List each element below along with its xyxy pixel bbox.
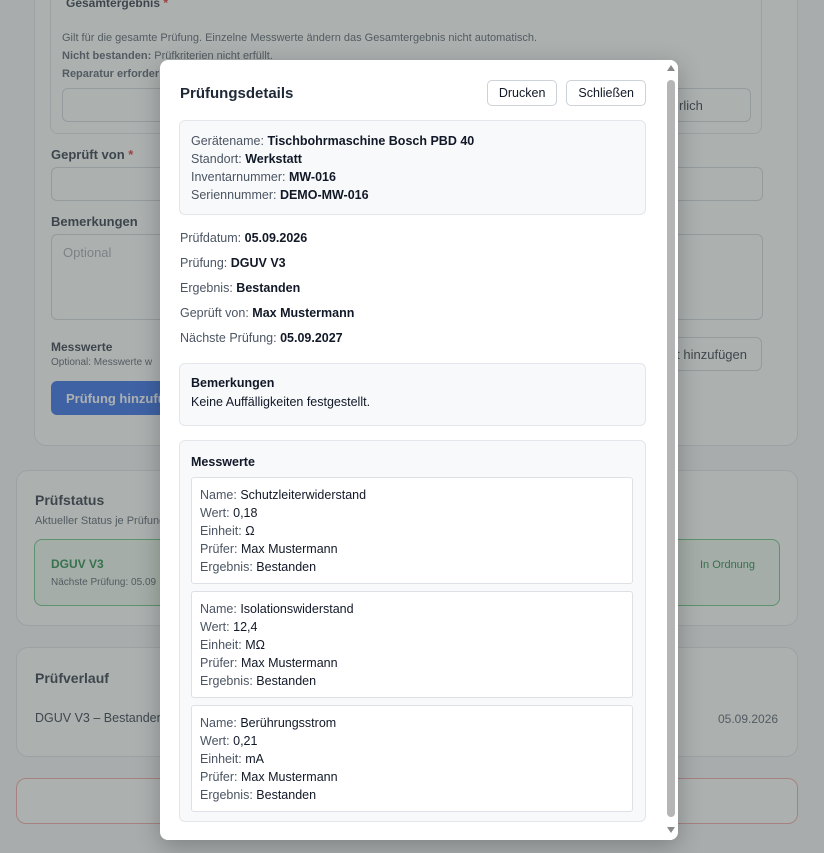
measurement-value-row: Wert: 12,4: [200, 620, 258, 634]
device-location-row: Standort: Werkstatt: [191, 152, 302, 166]
inspection-result-row: Ergebnis: Bestanden: [180, 281, 301, 295]
measurement-tester-row: Prüfer: Max Mustermann: [200, 656, 338, 670]
measurement-tester-row: Prüfer: Max Mustermann: [200, 770, 338, 784]
measurement-name-row: Name: Isolationswiderstand: [200, 602, 354, 616]
measurement-value-row: Wert: 0,21: [200, 734, 258, 748]
scroll-up-arrow-icon[interactable]: [667, 65, 675, 73]
measurement-tester-row: Prüfer: Max Mustermann: [200, 542, 338, 556]
remarks-text: Keine Auffälligkeiten festgestellt.: [191, 395, 371, 409]
next-inspection: 05.09.2027: [280, 331, 343, 345]
next-inspection-row: Nächste Prüfung: 05.09.2027: [180, 331, 343, 345]
remarks-box: Bemerkungen Keine Auffälligkeiten festge…: [179, 363, 646, 426]
measurement-card: Name: Berührungsstrom Wert: 0,21 Einheit…: [191, 705, 633, 812]
inspection-details-modal: Prüfungsdetails Drucken Schließen Geräte…: [160, 60, 678, 840]
measurement-unit-row: Einheit: mA: [200, 752, 264, 766]
measurements-box: Messwerte Name: Schutzleiterwiderstand W…: [179, 440, 646, 822]
measurement-result-row: Ergebnis: Bestanden: [200, 560, 317, 574]
device-inventory: MW-016: [288, 170, 336, 184]
device-serial-row: Seriennummer: DEMO-MW-016: [191, 188, 369, 202]
inspector: Max Mustermann: [252, 306, 355, 320]
remarks-title: Bemerkungen: [191, 376, 275, 390]
measurement-unit-row: Einheit: Ω: [200, 524, 255, 538]
inspection-date-row: Prüfdatum: 05.09.2026: [180, 231, 308, 245]
measurement-card: Name: Isolationswiderstand Wert: 12,4 Ei…: [191, 591, 633, 698]
device-serial: DEMO-MW-016: [279, 188, 369, 202]
modal-title: Prüfungsdetails: [180, 84, 294, 102]
measurement-value-row: Wert: 0,18: [200, 506, 258, 520]
inspection-type-row: Prüfung: DGUV V3: [180, 256, 286, 270]
measurement-card: Name: Schutzleiterwiderstand Wert: 0,18 …: [191, 477, 633, 584]
device-location: Werkstatt: [245, 152, 302, 166]
modal-header: Prüfungsdetails Drucken Schließen: [180, 78, 646, 108]
scroll-down-arrow-icon[interactable]: [667, 827, 675, 835]
device-inventory-row: Inventarnummer: MW-016: [191, 170, 336, 184]
device-name-row: Gerätename: Tischbohrmaschine Bosch PBD …: [191, 134, 475, 148]
inspection-type: DGUV V3: [230, 256, 286, 270]
measurement-unit-row: Einheit: MΩ: [200, 638, 265, 652]
modal-scrollbar[interactable]: [664, 60, 678, 840]
modal-header-actions: Drucken Schließen: [486, 80, 646, 106]
close-button[interactable]: Schließen: [566, 80, 646, 106]
device-info-box: Gerätename: Tischbohrmaschine Bosch PBD …: [179, 120, 646, 215]
scrollbar-thumb[interactable]: [667, 80, 675, 817]
measurement-result-row: Ergebnis: Bestanden: [200, 674, 317, 688]
measurement-name-row: Name: Berührungsstrom: [200, 716, 337, 730]
inspector-row: Geprüft von: Max Mustermann: [180, 306, 355, 320]
inspection-result: Bestanden: [236, 281, 301, 295]
measurements-title: Messwerte: [191, 455, 255, 469]
inspection-date: 05.09.2026: [244, 231, 308, 245]
measurement-result-row: Ergebnis: Bestanden: [200, 788, 317, 802]
device-name: Tischbohrmaschine Bosch PBD 40: [267, 134, 475, 148]
measurement-name-row: Name: Schutzleiterwiderstand: [200, 488, 367, 502]
print-button[interactable]: Drucken: [486, 80, 558, 106]
